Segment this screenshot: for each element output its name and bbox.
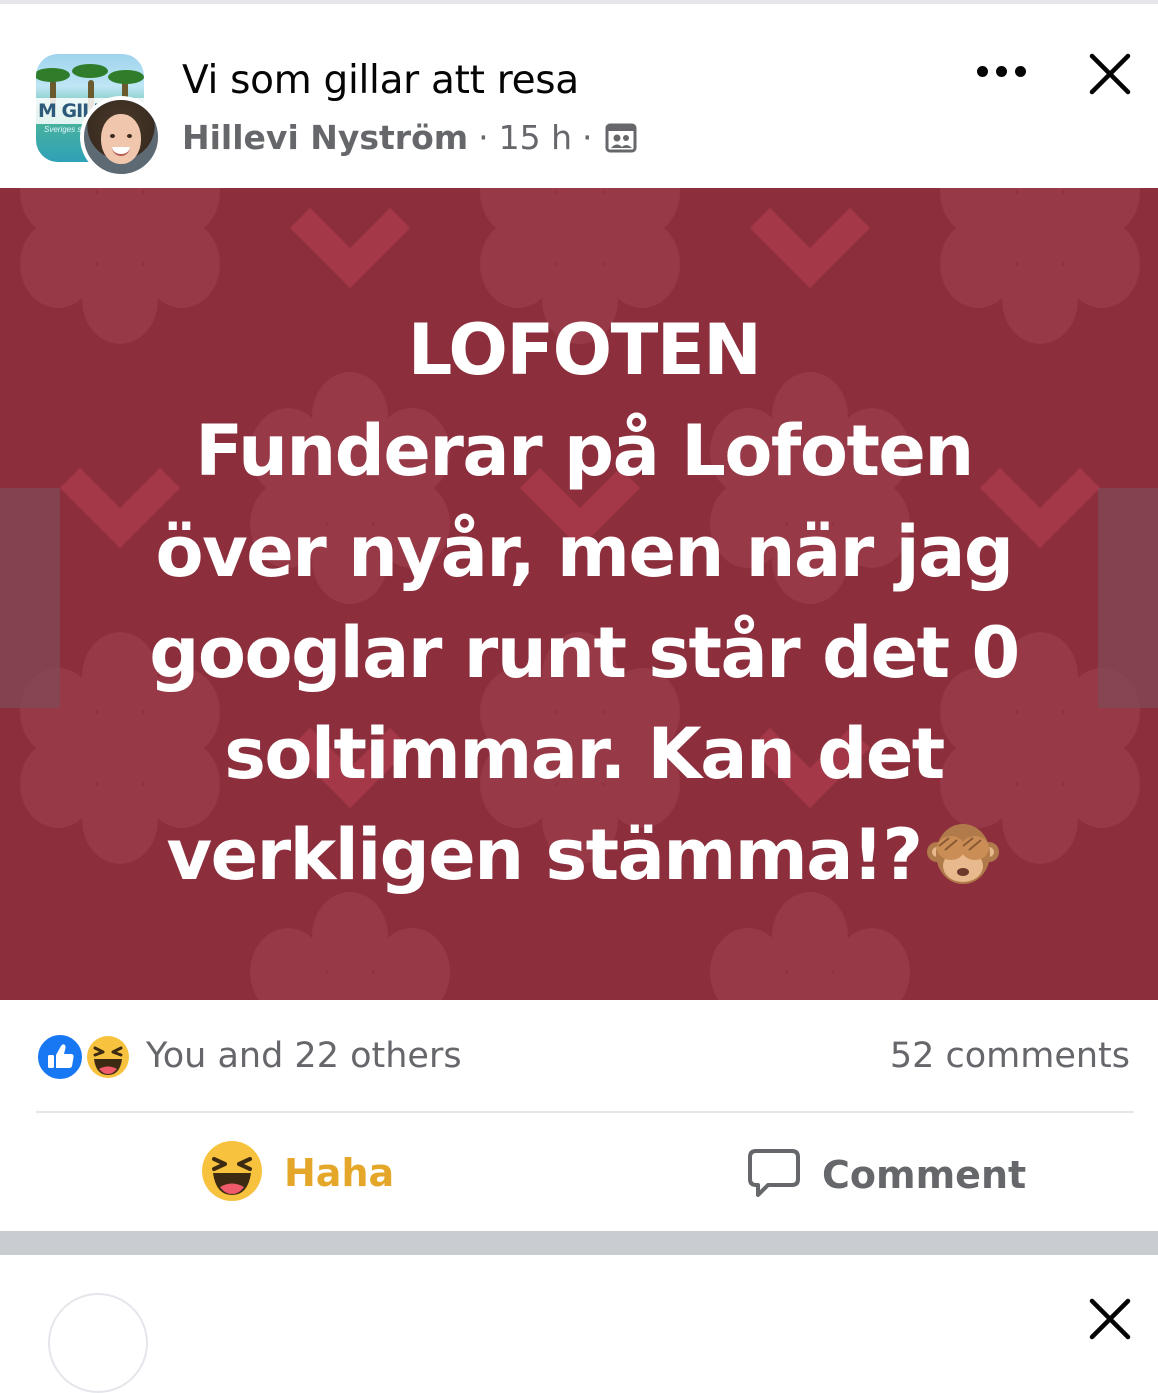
post-meta: Hillevi Nyström · 15 h ·	[182, 118, 637, 157]
see-no-evil-monkey-icon	[925, 816, 1001, 892]
post-text-line: googlar runt står det 0	[149, 612, 1020, 694]
more-options-icon[interactable]	[975, 60, 1029, 84]
meta-separator-2: ·	[582, 118, 593, 157]
post-text-line: Funderar på Lofoten	[195, 410, 974, 492]
author-name[interactable]: Hillevi Nyström	[182, 118, 468, 157]
post-text-last-line: verkligen stämma!?	[40, 805, 1128, 906]
post-time[interactable]: 15 h	[499, 118, 572, 157]
group-name[interactable]: Vi som gillar att resa	[182, 58, 579, 103]
feed-separator	[0, 1231, 1158, 1255]
group-privacy-icon	[605, 122, 637, 154]
post-text-line: över nyår, men när jag	[155, 511, 1014, 593]
post-text-line: verkligen stämma!?	[166, 814, 923, 896]
haha-icon	[200, 1139, 264, 1208]
group-avatar-subtext: Sveriges st	[44, 125, 84, 134]
close-icon[interactable]	[1086, 50, 1134, 98]
comment-button[interactable]: Comment	[746, 1145, 1026, 1205]
haha-icon	[84, 1033, 132, 1081]
comment-label: Comment	[822, 1153, 1027, 1197]
comment-icon	[746, 1145, 802, 1206]
reaction-icons	[36, 1033, 136, 1081]
haha-reaction-button[interactable]: Haha	[200, 1139, 395, 1208]
action-bar: Haha Comment	[0, 1113, 1158, 1231]
haha-label: Haha	[284, 1151, 395, 1195]
next-post-peek	[0, 1255, 1158, 1393]
comment-count[interactable]: 52 comments	[890, 1036, 1130, 1076]
reactions-summary-text[interactable]: You and 22 others	[146, 1036, 462, 1076]
author-avatar[interactable]	[80, 96, 162, 178]
reactions-summary[interactable]: You and 22 others 52 comments	[0, 1000, 1158, 1112]
post-text-line: LOFOTEN	[407, 309, 762, 391]
next-post-avatar[interactable]	[48, 1293, 148, 1393]
like-icon	[36, 1033, 84, 1081]
next-post-close-icon[interactable]	[1086, 1295, 1134, 1343]
post-header: M GILL Sveriges st Vi som gillar att res…	[0, 4, 1158, 188]
post-text-line: soltimmar. Kan det	[224, 713, 945, 795]
post-text: LOFOTEN Funderar på Lofoten över nyår, m…	[40, 300, 1128, 906]
meta-separator: ·	[478, 118, 489, 157]
